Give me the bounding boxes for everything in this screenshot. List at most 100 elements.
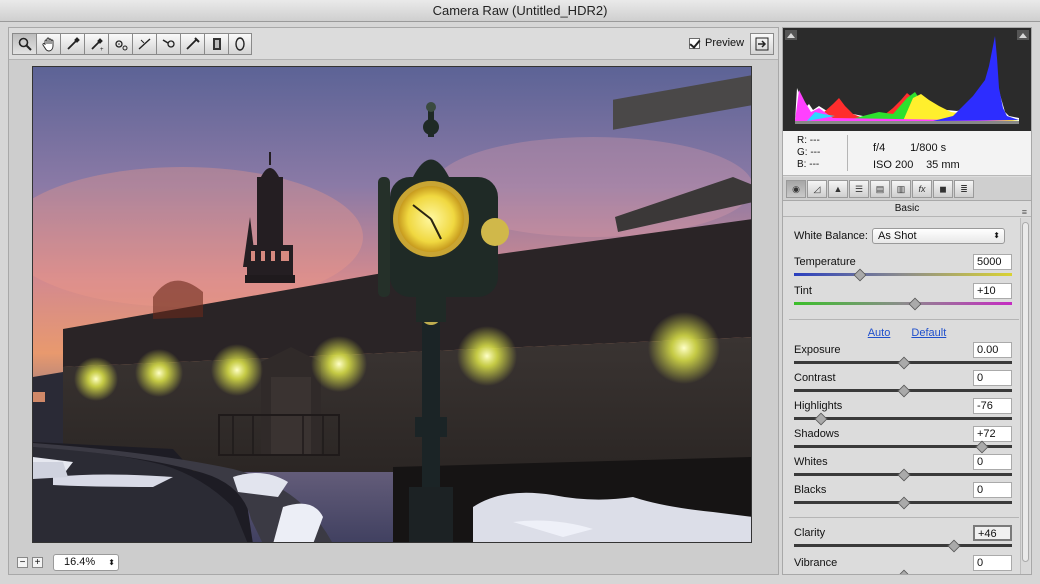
tint-track[interactable] (794, 302, 1012, 305)
exposure-slider[interactable]: Exposure 0.00 (794, 342, 1012, 372)
readout-divider (847, 135, 848, 171)
basic-tab-icon[interactable]: ◉ (786, 180, 806, 198)
vibrance-field[interactable]: 0 (973, 555, 1012, 571)
white-balance-select[interactable]: As Shot ⬍ (872, 228, 1005, 244)
histogram (783, 28, 1031, 131)
divider (789, 319, 1019, 320)
vibrance-thumb[interactable] (898, 570, 908, 574)
temperature-label: Temperature (794, 256, 856, 268)
settings-scrollbar[interactable] (1020, 218, 1030, 574)
divider (789, 517, 1019, 518)
blacks-label: Blacks (794, 484, 827, 496)
select-arrows-icon: ⬍ (108, 558, 115, 567)
default-link[interactable]: Default (911, 327, 946, 339)
straighten-tool-icon[interactable] (132, 33, 156, 55)
camera-calibration-tab-icon[interactable]: ◼ (933, 180, 953, 198)
exposure-field[interactable]: 0.00 (973, 342, 1012, 358)
lens-corrections-tab-icon[interactable]: ▥ (891, 180, 911, 198)
whites-label: Whites (794, 456, 828, 468)
clarity-slider[interactable]: Clarity +46 (794, 525, 1012, 555)
presets-tab-icon[interactable]: ≣ (954, 180, 974, 198)
fullscreen-toggle-icon[interactable] (750, 33, 774, 55)
exposure-thumb[interactable] (898, 357, 908, 367)
vibrance-slider[interactable]: Vibrance 0 (794, 555, 1012, 574)
white-balance-label: White Balance: (794, 230, 868, 242)
highlights-label: Highlights (794, 400, 843, 412)
hsl-tab-icon[interactable]: ☰ (849, 180, 869, 198)
tint-label: Tint (794, 285, 812, 297)
tool-bar: + Preview (9, 28, 778, 60)
contrast-slider[interactable]: Contrast 0 (794, 370, 1012, 400)
highlights-slider[interactable]: Highlights -76 (794, 398, 1012, 428)
adjustment-brush-icon[interactable] (204, 33, 228, 55)
clarity-thumb[interactable] (948, 540, 958, 550)
shadows-thumb[interactable] (976, 441, 986, 451)
panel-tabs: ◉ ◿ ▲ ☰ ▤ ▥ fx ◼ ≣ (783, 177, 1031, 201)
adjustment-pane: R: --- G: --- B: --- f/4 1/800 s ISO 200… (782, 27, 1032, 575)
zoom-in-button[interactable]: + (32, 557, 43, 568)
effects-tab-icon[interactable]: fx (912, 180, 932, 198)
detail-tab-icon[interactable]: ▲ (828, 180, 848, 198)
shadows-label: Shadows (794, 428, 840, 440)
hand-tool-icon[interactable] (36, 33, 60, 55)
tone-curve-tab-icon[interactable]: ◿ (807, 180, 827, 198)
auto-default-links: Auto Default (783, 327, 1031, 339)
panel-title: Basic ≡ (783, 201, 1031, 217)
color-sampler-tool-icon[interactable]: + (84, 33, 108, 55)
temperature-track[interactable] (794, 273, 1012, 276)
whites-thumb[interactable] (898, 469, 908, 479)
highlights-field[interactable]: -76 (973, 398, 1012, 414)
vibrance-label: Vibrance (794, 557, 838, 569)
focal-length-value: 35 mm (926, 159, 960, 171)
tint-thumb[interactable] (909, 298, 919, 308)
zoom-out-button[interactable]: − (17, 557, 28, 568)
pixel-readout: R: --- G: --- B: --- f/4 1/800 s ISO 200… (783, 131, 1031, 176)
scrollbar-thumb[interactable] (1022, 222, 1029, 562)
contrast-field[interactable]: 0 (973, 370, 1012, 386)
g-value: --- (810, 147, 821, 158)
temperature-slider[interactable]: Temperature 5000 (794, 254, 1012, 284)
split-toning-tab-icon[interactable]: ▤ (870, 180, 890, 198)
contrast-label: Contrast (794, 372, 836, 384)
preview-label: Preview (705, 37, 745, 49)
basic-settings: White Balance: As Shot ⬍ Temperature 500… (783, 218, 1031, 574)
iso-value: ISO 200 (873, 159, 914, 171)
window-title: Camera Raw (Untitled_HDR2) (0, 0, 1040, 22)
white-balance-tool-icon[interactable] (60, 33, 84, 55)
temperature-thumb[interactable] (854, 269, 864, 279)
zoom-tool-icon[interactable] (12, 33, 36, 55)
zoom-level-value: 16.4% (64, 556, 96, 568)
panel-title-text: Basic (894, 203, 920, 214)
blacks-thumb[interactable] (898, 497, 908, 507)
clarity-track[interactable] (794, 544, 1012, 547)
highlights-thumb[interactable] (815, 413, 825, 423)
preview-toggle[interactable]: Preview (689, 37, 744, 49)
whites-field[interactable]: 0 (973, 454, 1012, 470)
contrast-thumb[interactable] (898, 385, 908, 395)
preview-checkbox[interactable] (689, 37, 700, 49)
shutter-value: 1/800 s (910, 142, 947, 154)
tint-field[interactable]: +10 (973, 283, 1012, 299)
spot-removal-tool-icon[interactable] (156, 33, 180, 55)
whites-slider[interactable]: Whites 0 (794, 454, 1012, 484)
tint-slider[interactable]: Tint +10 (794, 283, 1012, 313)
b-label: B: (797, 159, 807, 170)
shadows-field[interactable]: +72 (973, 426, 1012, 442)
image-preview[interactable] (32, 66, 752, 543)
graduated-filter-icon[interactable] (228, 33, 252, 55)
clarity-label: Clarity (794, 527, 826, 539)
zoom-level-select[interactable]: 16.4% ⬍ (53, 554, 119, 571)
status-bar: − + 16.4% ⬍ (9, 551, 778, 575)
r-value: --- (809, 135, 820, 146)
shadows-slider[interactable]: Shadows +72 (794, 426, 1012, 456)
auto-link[interactable]: Auto (868, 327, 891, 339)
b-value: --- (809, 159, 820, 170)
temperature-field[interactable]: 5000 (973, 254, 1012, 270)
blacks-slider[interactable]: Blacks 0 (794, 482, 1012, 512)
blacks-field[interactable]: 0 (973, 482, 1012, 498)
clarity-field[interactable]: +46 (973, 525, 1012, 541)
red-eye-tool-icon[interactable] (180, 33, 204, 55)
white-balance-value: As Shot (878, 230, 917, 242)
g-label: G: (797, 147, 808, 158)
target-adjustment-tool-icon[interactable] (108, 33, 132, 55)
